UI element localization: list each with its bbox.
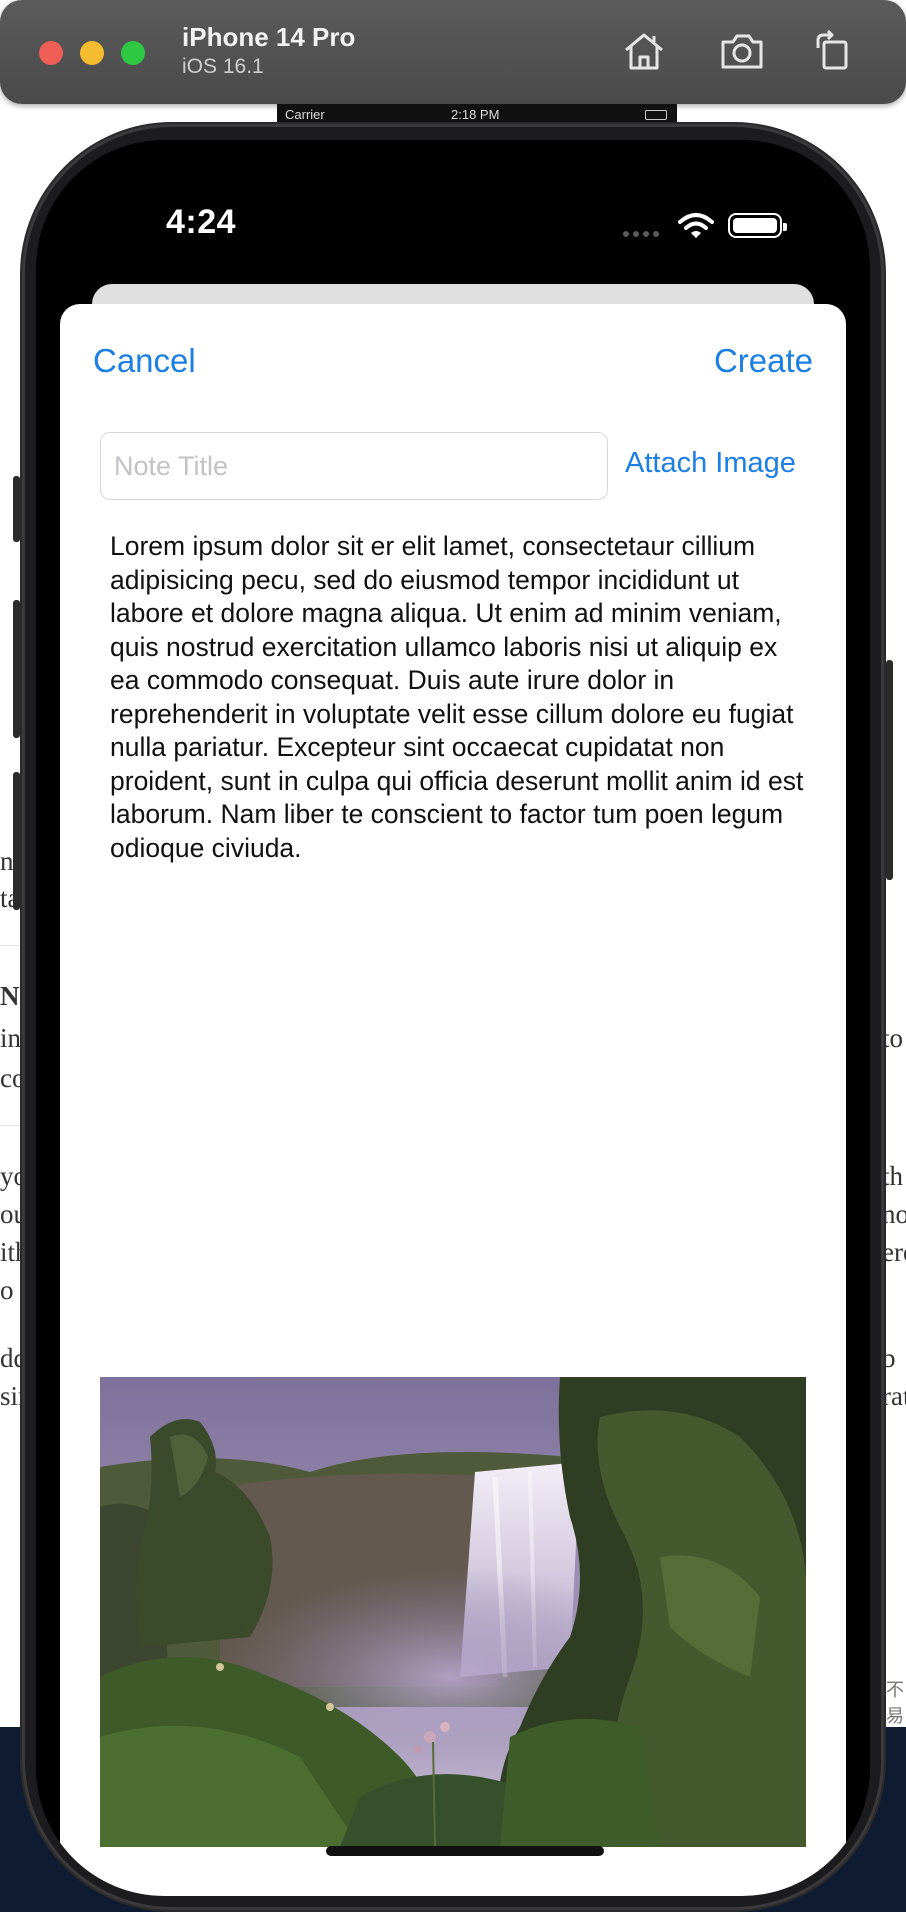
simulator-toolbar: iPhone 14 Pro iOS 16.1	[0, 0, 906, 104]
home-indicator[interactable]	[326, 1846, 604, 1856]
bg-text-fragment: ou	[0, 1199, 24, 1229]
bg-text-fragment: in	[0, 1023, 22, 1053]
bg-text-fragment: ere	[882, 1237, 906, 1267]
window-zoom-button[interactable]	[121, 41, 145, 65]
bg-text-fragment: nc	[0, 846, 24, 876]
device-os-version: iOS 16.1	[182, 55, 264, 78]
battery-icon	[728, 213, 787, 238]
inner-time: 2:18 PM	[451, 107, 500, 122]
bg-text-fragment: N	[0, 981, 20, 1011]
cancel-button[interactable]: Cancel	[93, 342, 196, 380]
phone-screen: 4:24 Cancel Create Attach Image Lorem ip…	[36, 140, 870, 1896]
bg-text-fragment: dd	[0, 1343, 24, 1373]
status-time: 4:24	[166, 203, 237, 241]
window-close-button[interactable]	[39, 41, 63, 65]
bg-text-fragment: rat	[882, 1381, 906, 1411]
new-note-sheet: Cancel Create Attach Image Lorem ipsum d…	[60, 304, 846, 1896]
bg-text-fragment: ta	[0, 883, 20, 913]
home-icon[interactable]	[621, 30, 667, 72]
bg-cjk-fragment: 不易	[886, 1680, 904, 1727]
note-body-text[interactable]: Lorem ipsum dolor sit er elit lamet, con…	[110, 530, 810, 865]
attach-image-button[interactable]: Attach Image	[625, 447, 796, 480]
silent-switch	[13, 476, 20, 542]
bg-text-fragment: th	[882, 1161, 904, 1191]
bg-text-fragment: to	[882, 1023, 904, 1053]
inner-battery-icon	[645, 110, 667, 120]
power-button	[886, 660, 893, 880]
bg-text-fragment: o c	[0, 1275, 24, 1305]
create-button[interactable]: Create	[714, 342, 813, 380]
volume-down-button	[13, 772, 20, 910]
bg-text-fragment: co	[0, 1063, 24, 1093]
wifi-icon	[678, 213, 714, 238]
bg-divider	[0, 1125, 24, 1126]
bg-text-fragment: sin	[0, 1381, 24, 1411]
volume-up-button	[13, 600, 20, 738]
window-minimize-button[interactable]	[80, 41, 104, 65]
note-title-input[interactable]	[100, 432, 608, 500]
carrier-label: Carrier	[285, 107, 325, 122]
bg-text-fragment: b	[882, 1343, 896, 1373]
bg-divider	[0, 945, 24, 946]
attached-waterfall-image	[100, 1377, 806, 1847]
signal-dots-icon	[623, 231, 659, 237]
bg-text-fragment: yo	[0, 1161, 24, 1191]
screenshot-camera-icon[interactable]	[719, 30, 765, 72]
rotate-icon[interactable]	[810, 29, 856, 72]
bg-text-fragment: ith	[0, 1237, 24, 1267]
bg-text-fragment: no	[882, 1199, 906, 1229]
device-name: iPhone 14 Pro	[182, 22, 356, 52]
